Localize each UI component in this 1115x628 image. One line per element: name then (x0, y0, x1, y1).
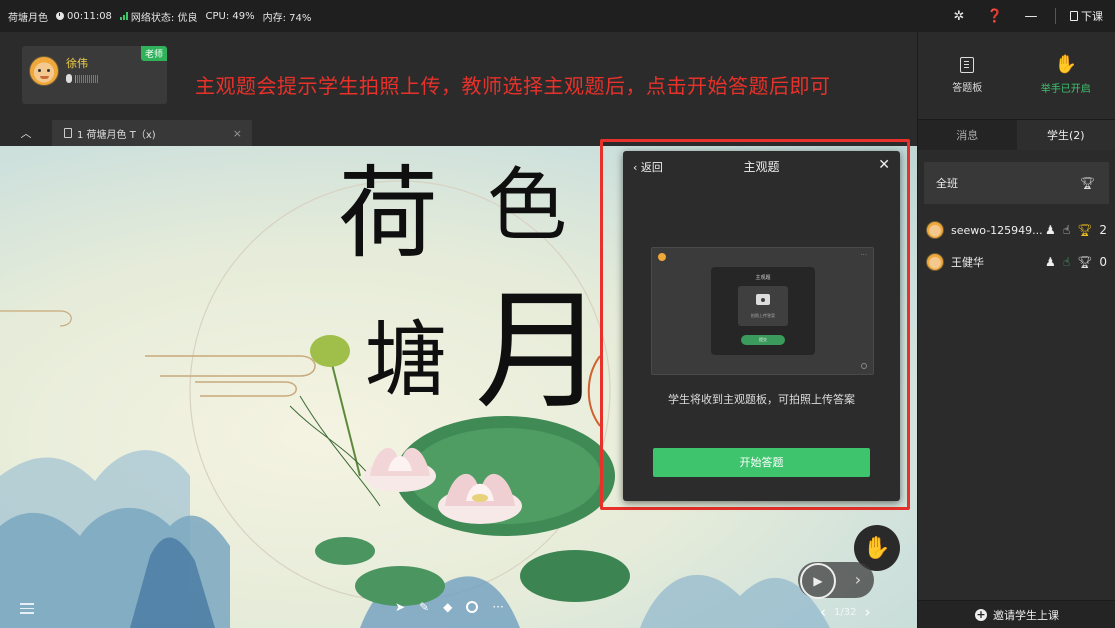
close-tab-icon[interactable]: × (233, 127, 242, 140)
tab-messages[interactable]: 消息 (918, 120, 1017, 150)
student-name: 王健华 (951, 256, 984, 269)
hand-icon[interactable]: ☝ (1063, 255, 1070, 269)
teacher-name: 徐伟 (66, 57, 88, 70)
dialog-description: 学生将收到主观题板，可拍照上传答案 (668, 393, 855, 406)
right-panel: 答题板 ✋ 举手已开启 消息 学生(2) 全班 🏆︎ seewo-125949.… (917, 32, 1115, 628)
mic-level (66, 74, 98, 83)
eraser-icon[interactable]: ◆ (443, 600, 452, 614)
end-class-label: 下课 (1081, 10, 1103, 23)
mic-level-bars (75, 74, 98, 83)
menu-icon[interactable] (20, 603, 34, 614)
student-row[interactable]: 王健华 ♟ ☝ 🏆︎ 0 (918, 246, 1115, 278)
slide-toolbar: ➤ ✎ ◆ ··· (395, 600, 504, 614)
upload-label: 拍照上传答案 (751, 313, 775, 318)
play-button[interactable]: ▶ (800, 563, 836, 599)
teacher-badge: 老师 (140, 46, 167, 61)
next-page-icon[interactable]: › (864, 603, 870, 621)
title-char: 色 (487, 159, 567, 252)
stage-icon[interactable]: ♟ (1045, 255, 1056, 269)
more-tools-icon[interactable]: ··· (492, 600, 503, 614)
preview-card-title: 主观题 (755, 275, 771, 281)
title-char: 月 (475, 275, 606, 427)
network-status: 网络状态: 优良 (119, 9, 198, 24)
teacher-avatar (29, 56, 59, 86)
panel-tabs: 消息 学生(2) (918, 120, 1115, 150)
panel-tools: 答题板 ✋ 举手已开启 (918, 32, 1115, 120)
trophy-icon[interactable]: 🏆︎ (1077, 223, 1092, 237)
student-name: seewo-125949... (951, 223, 1043, 237)
preview-image: ··· 主观题 拍照上传答案 提交 (651, 247, 874, 375)
help-icon[interactable]: ❓ (977, 0, 1013, 32)
title-char: 荷 (338, 155, 438, 272)
hand-icon[interactable]: ☝ (1063, 223, 1070, 237)
student-avatar (926, 253, 944, 271)
page-indicator: ‹ 1/32 › (820, 603, 870, 621)
student-row[interactable]: seewo-125949... ♟ ☝ 🏆︎ 2 (918, 214, 1115, 246)
classroom-app: 荷塘月色 00:11:08 网络状态: 优良 CPU: 49% 内存: 74% … (0, 0, 1115, 628)
preview-submit-button: 提交 (741, 335, 785, 345)
clock-icon (56, 12, 64, 20)
tab-students[interactable]: 学生(2) (1016, 120, 1115, 150)
trophy-count: 0 (1099, 255, 1107, 269)
document-icon (64, 128, 72, 138)
close-icon[interactable]: ✕ (878, 157, 890, 173)
microphone-icon (66, 74, 72, 83)
raise-hand-label: 举手已开启 (1040, 84, 1091, 95)
raise-hand-icon: ✋ (1054, 54, 1077, 75)
trophy-icon[interactable]: 🏆︎ (1077, 255, 1092, 269)
whole-class-row[interactable]: 全班 🏆︎ (924, 162, 1109, 204)
pen-icon[interactable]: ✎ (419, 600, 429, 614)
signal-icon (119, 12, 128, 20)
answer-board-label: 答题板 (952, 83, 983, 94)
back-label: 返回 (640, 161, 663, 174)
invite-label: 邀请学生上课 (993, 608, 1059, 622)
camera-icon (756, 294, 770, 305)
pointer-icon[interactable]: ➤ (395, 600, 405, 614)
start-answer-button[interactable]: 开始答题 (653, 448, 870, 477)
document-tab-title: 1 荷塘月色 T（x) (77, 129, 156, 141)
whole-class-label: 全班 (936, 177, 958, 190)
end-class-button[interactable]: 下课 (1062, 0, 1115, 32)
timer-value: 00:11:08 (67, 10, 112, 22)
minimize-icon[interactable]: — (1013, 0, 1049, 32)
preview-card: 主观题 拍照上传答案 提交 (711, 267, 815, 355)
back-button[interactable]: ‹ 返回 (633, 159, 663, 175)
page-number: 1/32 (834, 606, 857, 618)
teacher-video-card[interactable]: 徐伟 老师 (22, 46, 167, 104)
trophy-count: 2 (1099, 223, 1107, 237)
raise-hand-toggle[interactable]: ✋ 举手已开启 (1017, 32, 1115, 119)
stage-icon[interactable]: ♟ (1045, 223, 1056, 237)
answer-board-button[interactable]: 答题板 (918, 32, 1017, 119)
memory-status: 内存: 74% (262, 12, 312, 24)
app-title: 荷塘月色 (8, 12, 48, 24)
settings-gear-icon[interactable]: ✲ (941, 0, 977, 32)
app-logo-icon (658, 253, 666, 261)
collapse-chevron-icon[interactable]: ︿ (0, 120, 52, 146)
annotation-text: 主观题会提示学生拍照上传，教师选择主观题后，点击开始答题后即可 (195, 74, 831, 98)
dialog-header: ‹ 返回 主观题 ✕ (623, 151, 900, 181)
door-icon (1070, 11, 1078, 21)
title-char: 塘 (365, 313, 448, 408)
more-icon: ··· (860, 251, 867, 259)
prev-page-icon[interactable]: ‹ (820, 603, 826, 621)
invite-students-button[interactable]: + 邀请学生上课 (918, 600, 1115, 628)
titlebar-divider (1055, 8, 1056, 24)
plus-icon: + (975, 607, 987, 621)
network-label: 网络状态: 优良 (130, 12, 198, 24)
video-strip: 徐伟 老师 主观题会提示学生拍照上传，教师选择主观题后，点击开始答题后即可 (0, 32, 917, 120)
round-icon (861, 363, 867, 369)
color-dot-icon[interactable] (466, 601, 479, 613)
answer-board-icon (960, 57, 975, 73)
document-tab[interactable]: 1 荷塘月色 T（x) × (52, 120, 252, 146)
dialog-title: 主观题 (743, 159, 780, 174)
cpu-status: CPU: 49% (205, 10, 255, 22)
upload-box: 拍照上传答案 (738, 286, 788, 326)
subjective-question-dialog: ‹ 返回 主观题 ✕ ··· 主观题 拍照上传答案 提交 学生将收到主观题板，可… (623, 151, 900, 501)
title-bar: 荷塘月色 00:11:08 网络状态: 优良 CPU: 49% 内存: 74% … (0, 0, 1115, 32)
next-chevron-icon[interactable]: › (846, 567, 870, 591)
class-timer: 00:11:08 (56, 11, 112, 22)
student-avatar (926, 221, 944, 239)
trophy-icon[interactable]: 🏆︎ (1080, 176, 1095, 190)
